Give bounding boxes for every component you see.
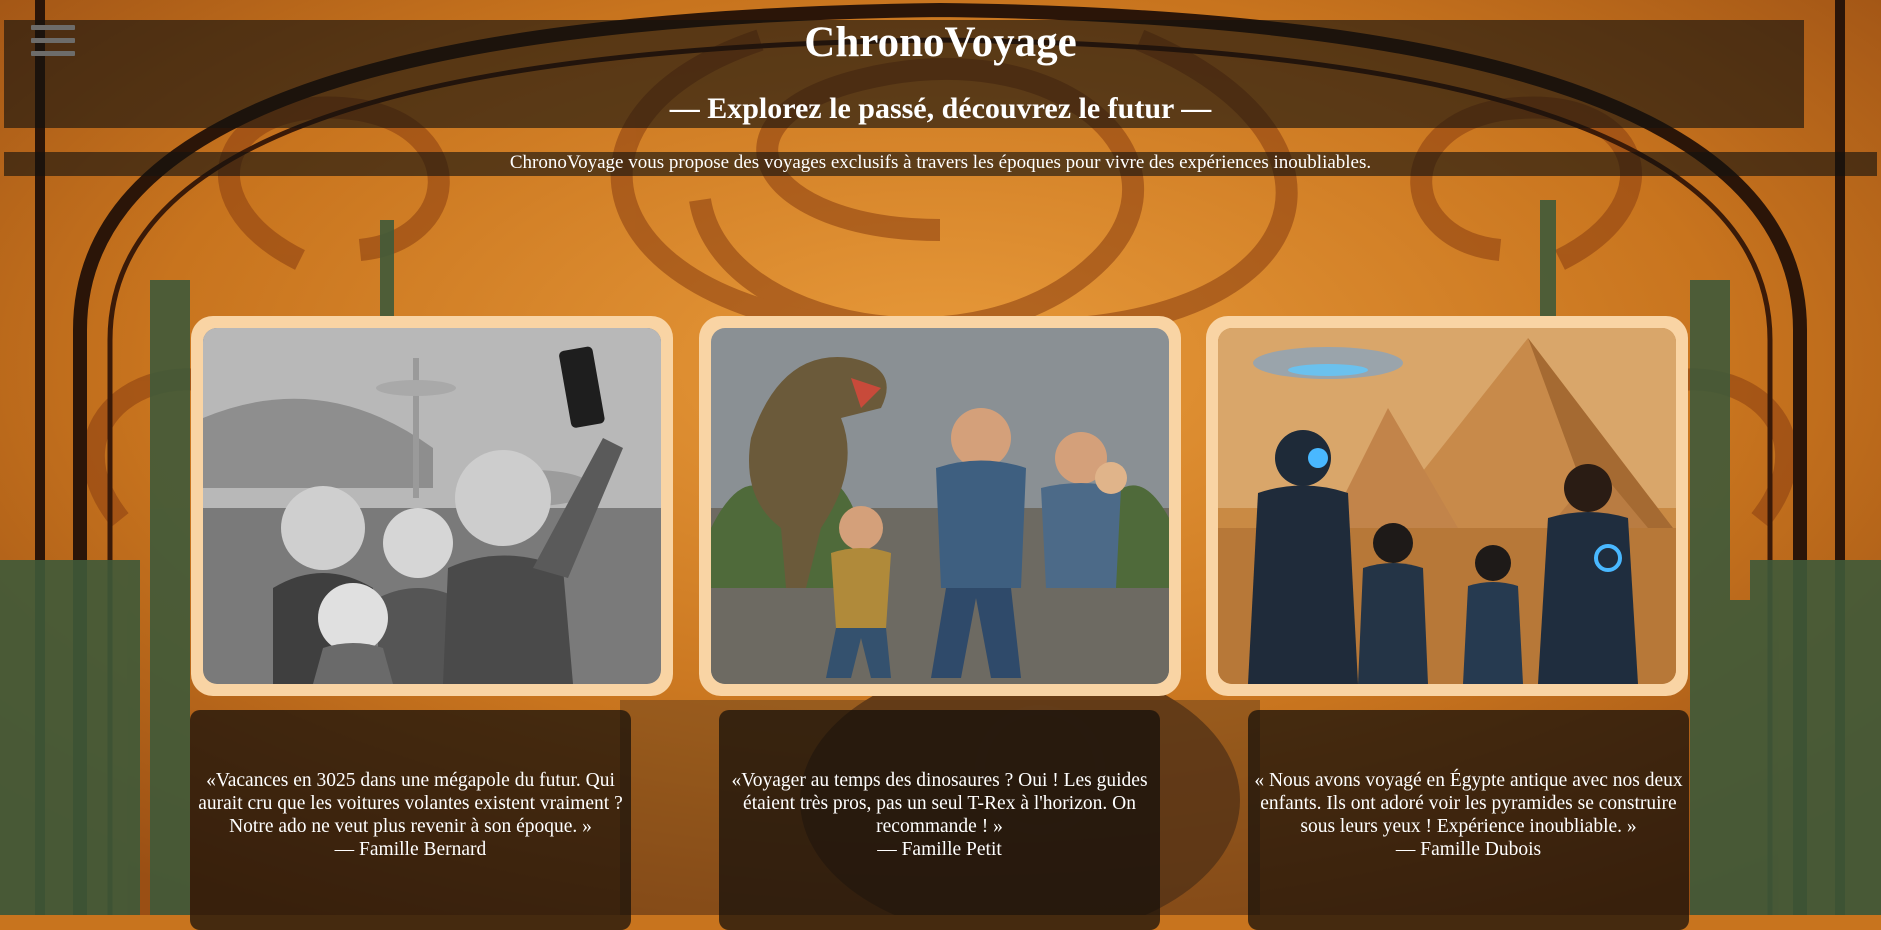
dinosaur-illustration: [711, 328, 1169, 684]
selfie-illustration: [203, 328, 661, 684]
tagline: — Explorez le passé, découvrez le futur …: [669, 92, 1212, 125]
testimonial-card-3: « Nous avons voyagé en Égypte antique av…: [1248, 710, 1689, 930]
testimonial-author: — Famille Petit: [877, 839, 1002, 860]
intro-text: ChronoVoyage vous propose des voyages ex…: [509, 152, 1372, 173]
testimonial-quote: « Nous avons voyagé en Égypte antique av…: [1254, 770, 1683, 837]
testimonial-quote: «Vacances en 3025 dans une mégapole du f…: [198, 770, 623, 837]
testimonial-author: — Famille Dubois: [1395, 839, 1542, 860]
site-title: ChronoVoyage: [804, 19, 1077, 66]
gallery-card-2[interactable]: [699, 316, 1181, 696]
gallery-card-1[interactable]: [191, 316, 673, 696]
testimonial-quote: «Voyager au temps des dinosaures ? Oui !…: [731, 770, 1148, 837]
testimonial-author: — Famille Bernard: [334, 839, 487, 860]
gallery-card-3[interactable]: [1206, 316, 1688, 696]
family-with-robots-at-pyramids-photo: [1218, 328, 1676, 684]
testimonial-card-2: «Voyager au temps des dinosaures ? Oui !…: [719, 710, 1160, 930]
pyramids-illustration: [1218, 328, 1676, 684]
retro-futuristic-family-selfie-photo: [203, 328, 661, 684]
family-fleeing-t-rex-photo: [711, 328, 1169, 684]
testimonial-card-1: «Vacances en 3025 dans une mégapole du f…: [190, 710, 631, 930]
